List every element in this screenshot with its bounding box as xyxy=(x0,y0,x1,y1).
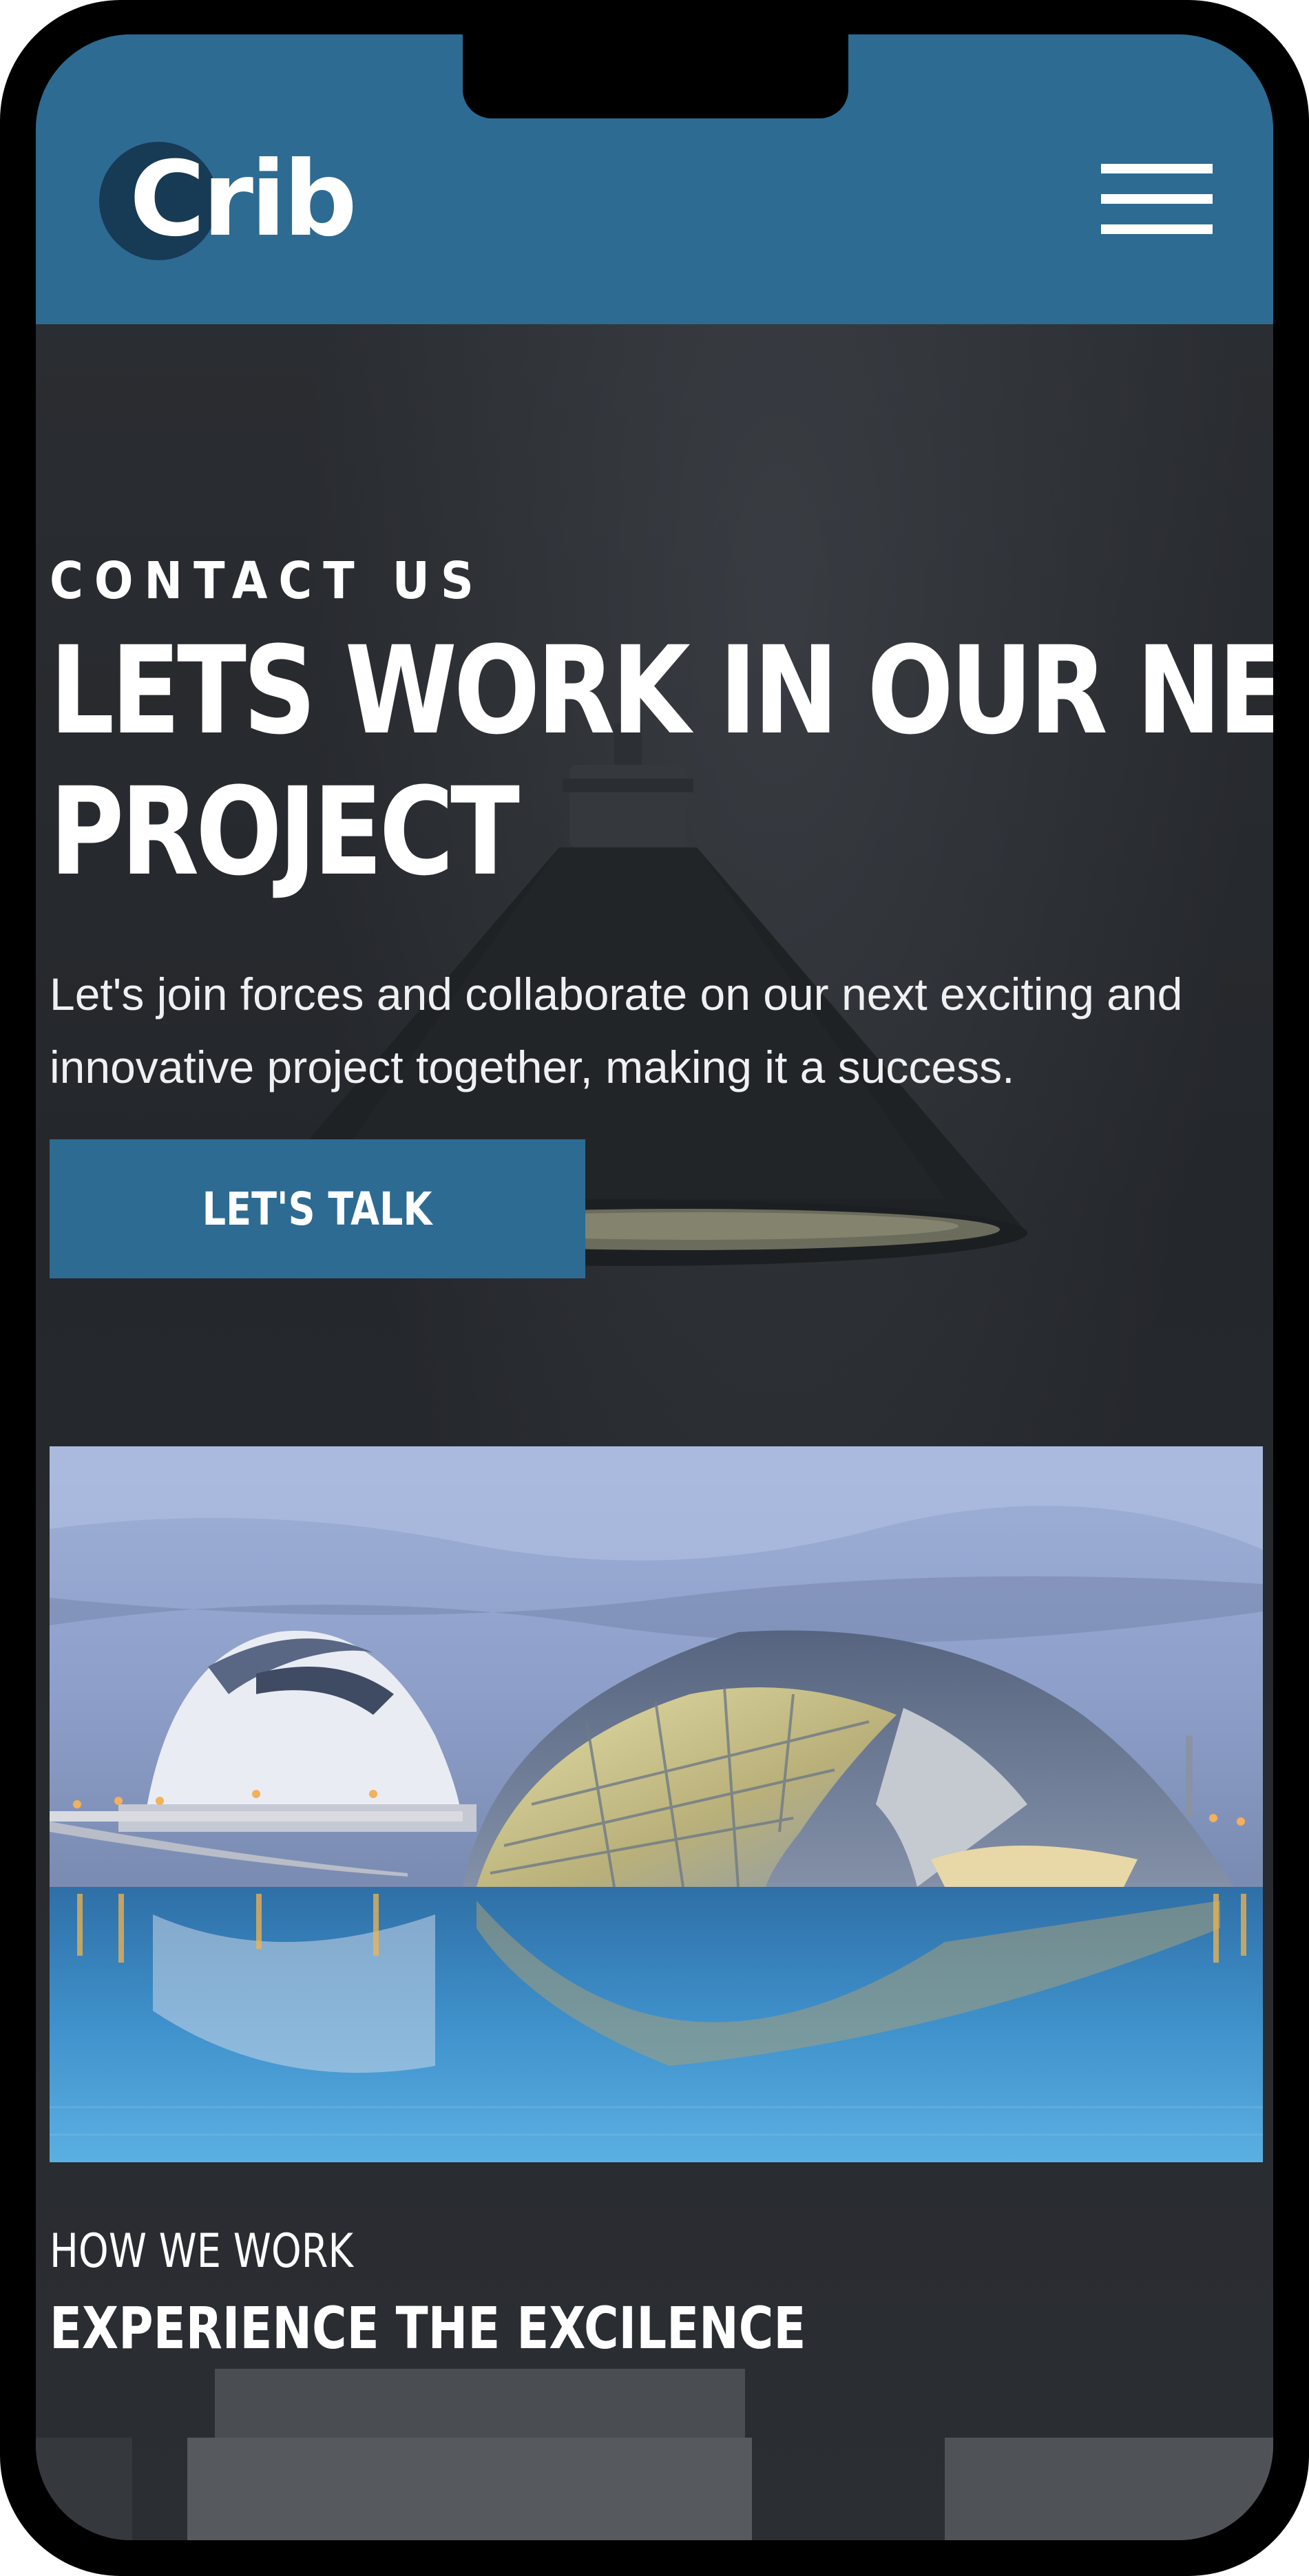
architecture-illustration xyxy=(50,1446,1263,2162)
hero-title: LETS WORK IN OUR NEXT PROJECT xyxy=(50,620,1273,902)
lets-talk-label: LET'S TALK xyxy=(202,1182,432,1236)
stone-blocks-background xyxy=(36,2369,1273,2540)
phone-notch xyxy=(463,34,848,118)
site-logo[interactable]: Crib xyxy=(99,140,388,260)
phone-screen: Crib CONTACT US LETS WORK IN OUR NE PROJ… xyxy=(36,34,1273,2540)
logo-text: Crib xyxy=(129,140,357,260)
how-we-work-title: EXPERIENCE THE EXCILENCE xyxy=(50,2294,806,2362)
hero-section: CONTACT US LETS WORK IN OUR NEXT PROJECT… xyxy=(36,324,1273,2540)
menu-bar xyxy=(1101,194,1213,204)
lets-talk-button[interactable]: LET'S TALK xyxy=(50,1139,585,1278)
hamburger-menu-icon[interactable] xyxy=(1101,164,1213,237)
architecture-image xyxy=(50,1446,1263,2162)
menu-bar xyxy=(1101,224,1213,234)
hero-description: Let's join forces and collaborate on our… xyxy=(50,969,1183,1092)
hero-title-line-1: LETS WORK IN OUR NEXT xyxy=(50,620,1273,761)
phone-frame: Crib CONTACT US LETS WORK IN OUR NE PROJ… xyxy=(0,0,1309,2576)
menu-bar xyxy=(1101,164,1213,173)
hero-title-line-2: PROJECT xyxy=(50,761,520,902)
hero-eyebrow: CONTACT US xyxy=(50,551,485,611)
how-we-work-kicker: HOW WE WORK xyxy=(50,2224,354,2279)
